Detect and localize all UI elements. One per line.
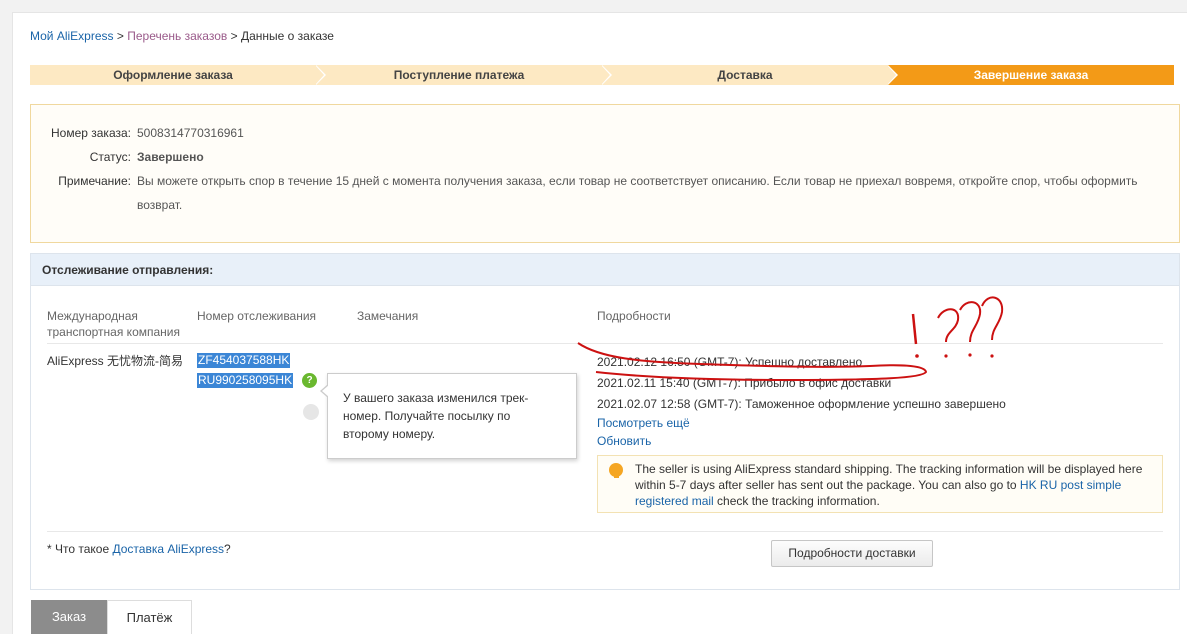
tab-payment[interactable]: Платёж bbox=[107, 600, 192, 634]
delivery-footnote: * Что такое Доставка AliExpress? bbox=[47, 542, 231, 556]
order-note-row: Примечание: Вы можете открыть спор в теч… bbox=[31, 169, 1171, 219]
order-status-label: Статус: bbox=[89, 150, 131, 164]
breadcrumb-orders-link[interactable]: Перечень заказов bbox=[127, 29, 227, 43]
order-status-value: Завершено bbox=[137, 150, 204, 164]
footnote-text: * Что такое bbox=[47, 542, 113, 556]
step-label: Завершение заказа bbox=[973, 68, 1089, 82]
step-label: Оформление заказа bbox=[113, 68, 233, 82]
order-note-text: Вы можете открыть спор в течение 15 дней… bbox=[137, 169, 1167, 217]
tracking-title: Отслеживание отправления: bbox=[31, 254, 1179, 286]
step-shipping: Доставка bbox=[602, 65, 898, 85]
refresh-link[interactable]: Обновить bbox=[597, 434, 651, 448]
tracking-change-tooltip: У вашего заказа изменился трек- номер. П… bbox=[320, 373, 577, 459]
order-number-label: Номер заказа: bbox=[50, 126, 131, 140]
column-header-tracking-number: Номер отслеживания bbox=[197, 309, 317, 323]
delivery-details-button[interactable]: Подробности доставки bbox=[771, 540, 933, 567]
notice-text: check the tracking information. bbox=[713, 494, 880, 508]
step-order-complete: Завершение заказа bbox=[888, 65, 1174, 85]
footnote-text: ? bbox=[224, 542, 231, 556]
divider bbox=[47, 531, 1163, 532]
breadcrumb-current: Данные о заказе bbox=[240, 29, 334, 43]
tooltip-line: второму номеру. bbox=[343, 427, 436, 441]
order-note-label: Примечание: bbox=[58, 174, 131, 188]
aliexpress-delivery-link[interactable]: Доставка AliExpress bbox=[112, 542, 224, 556]
help-icon[interactable]: ? bbox=[302, 373, 317, 388]
column-header-text: Международная bbox=[47, 309, 138, 323]
tracking-number-old[interactable]: ZF454037588HK bbox=[197, 353, 291, 368]
step-payment-received: Поступление платежа bbox=[316, 65, 612, 85]
column-header-remarks: Замечания bbox=[357, 309, 419, 323]
column-header-text: транспортная компания bbox=[47, 325, 180, 339]
divider bbox=[47, 343, 1163, 344]
step-order-placed: Оформление заказа bbox=[30, 65, 326, 85]
tracking-event: 2021.02.12 16:50 (GMT-7): Успешно достав… bbox=[597, 355, 863, 369]
order-info-panel: Номер заказа: 5008314770316961 Статус: З… bbox=[30, 104, 1180, 243]
step-label: Доставка bbox=[717, 68, 773, 82]
tooltip-line: У вашего заказа изменился трек- bbox=[343, 391, 529, 405]
shipping-notice: The seller is using AliExpress standard … bbox=[597, 455, 1163, 513]
tooltip-line: номер. Получайте посылку по bbox=[343, 409, 511, 423]
order-note-line: Вы можете открыть спор в течение 15 дней… bbox=[137, 174, 1138, 188]
carrier-name: AliExpress 无忧物流-简易 bbox=[47, 354, 184, 368]
breadcrumb-separator: > bbox=[116, 29, 124, 43]
column-header-details: Подробности bbox=[597, 309, 671, 323]
order-number-value: 5008314770316961 bbox=[137, 126, 244, 140]
tracking-number-new[interactable]: RU990258095HK bbox=[197, 373, 294, 388]
chat-icon bbox=[303, 404, 319, 420]
tab-order[interactable]: Заказ bbox=[31, 600, 107, 634]
order-progress-steps: Оформление заказа Поступление платежа До… bbox=[30, 65, 1174, 85]
step-label: Поступление платежа bbox=[393, 68, 525, 82]
breadcrumb-separator: > bbox=[230, 29, 238, 43]
lightbulb-icon bbox=[609, 463, 623, 478]
tracking-event: 2021.02.11 15:40 (GMT-7): Прибыло в офис… bbox=[597, 376, 892, 390]
order-note-line: возврат. bbox=[137, 198, 183, 212]
tracking-panel: Отслеживание отправления: Международная … bbox=[30, 253, 1180, 590]
breadcrumb-home-link[interactable]: Мой AliExpress bbox=[30, 29, 114, 43]
column-header-carrier: Международная транспортная компания bbox=[47, 308, 180, 340]
tracking-event: 2021.02.07 12:58 (GMT-7): Таможенное офо… bbox=[597, 397, 1006, 411]
breadcrumb: Мой AliExpress > Перечень заказов > Данн… bbox=[30, 29, 334, 43]
view-more-link[interactable]: Посмотреть ещё bbox=[597, 416, 690, 430]
